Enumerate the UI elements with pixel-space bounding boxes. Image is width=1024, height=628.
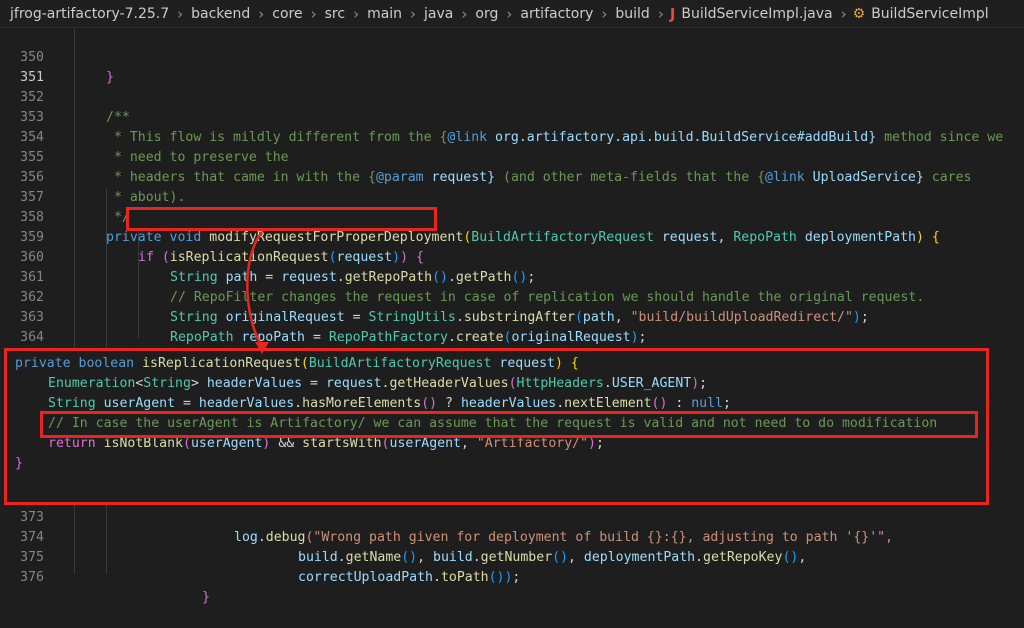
breadcrumb-item[interactable]: core bbox=[272, 6, 302, 22]
breadcrumb-file[interactable]: BuildServiceImpl.java bbox=[681, 6, 832, 22]
code-line[interactable]: 353 * This flow is mildly different from… bbox=[0, 88, 1024, 145]
chevron-right-icon: › bbox=[177, 4, 184, 23]
class-symbol-icon: ⚙ bbox=[852, 5, 866, 22]
breadcrumb-item[interactable]: org bbox=[475, 6, 498, 22]
code-line[interactable]: 354 * need to preserve the bbox=[0, 108, 1024, 165]
code-token: Enumeration bbox=[48, 376, 136, 391]
code-token: "Artifactory/" bbox=[476, 436, 589, 451]
code-line: private boolean isReplicationRequest(Bui… bbox=[15, 356, 579, 371]
chevron-right-icon: › bbox=[310, 4, 317, 23]
code-token: BuildArtifactoryRequest bbox=[308, 356, 492, 371]
breadcrumb-item[interactable]: main bbox=[367, 6, 402, 22]
breadcrumb-item[interactable]: src bbox=[325, 6, 345, 22]
code-token: isNotBlank bbox=[103, 436, 183, 451]
code-token: isReplicationRequest bbox=[142, 356, 301, 371]
code-token: nextElement bbox=[564, 396, 652, 411]
java-file-icon: J bbox=[669, 4, 676, 23]
breadcrumb-item[interactable]: backend bbox=[191, 6, 250, 22]
code-line[interactable]: 358 private void modifyRequestForProperD… bbox=[0, 188, 1024, 245]
chevron-right-icon: › bbox=[840, 4, 847, 23]
code-line[interactable]: 363 RepoPath repoPath = RepoPathFactory.… bbox=[0, 288, 1024, 345]
breadcrumb: jfrog-artifactory-7.25.7 › backend › core ›… bbox=[0, 0, 1024, 28]
code-token: headerValues bbox=[198, 396, 295, 411]
chevron-right-icon: › bbox=[657, 4, 664, 23]
highlight-box-comment bbox=[40, 411, 978, 438]
code-line[interactable]: 355 * headers that came in with the {@pa… bbox=[0, 128, 1024, 185]
overlay-isreplicationrequest-method: private boolean isReplicationRequest(Bui… bbox=[4, 348, 989, 505]
code-token: return bbox=[48, 436, 96, 451]
code-line: } bbox=[15, 454, 23, 474]
code-token: USER_AGENT bbox=[611, 376, 692, 391]
code-line[interactable]: 376 } bbox=[0, 548, 1024, 605]
chevron-right-icon: › bbox=[353, 4, 360, 23]
code-token: hasMoreElements bbox=[302, 396, 422, 411]
chevron-right-icon: › bbox=[601, 4, 608, 23]
code-token: } bbox=[15, 456, 23, 471]
code-token: userAgent bbox=[389, 436, 461, 451]
code-line: Enumeration<String> headerValues = reque… bbox=[48, 376, 708, 391]
code-line[interactable]: 364 request.setRepoPath(repoPath); bbox=[0, 308, 1024, 365]
code-line[interactable]: 375 correctUploadPath.toPath()); bbox=[0, 528, 1024, 585]
code-token: request bbox=[499, 356, 555, 371]
code-token: String bbox=[48, 396, 96, 411]
code-line[interactable]: 351 bbox=[0, 48, 1024, 85]
code-token: userAgent bbox=[103, 396, 176, 411]
code-line[interactable]: 362 String originalRequest = StringUtils… bbox=[0, 268, 1024, 325]
chevron-right-icon: › bbox=[461, 4, 468, 23]
breadcrumb-symbol[interactable]: BuildServiceImpl bbox=[871, 6, 988, 22]
code-token: headerValues bbox=[460, 396, 557, 411]
code-line[interactable]: 352 /** bbox=[0, 68, 1024, 125]
code-line[interactable]: 350 } bbox=[0, 28, 1024, 85]
code-line[interactable]: 374 build.getName(), build.getNumber(), … bbox=[0, 508, 1024, 565]
code-token: request bbox=[325, 376, 382, 391]
chevron-right-icon: › bbox=[506, 4, 513, 23]
breadcrumb-item[interactable]: jfrog-artifactory-7.25.7 bbox=[10, 6, 169, 22]
breadcrumb-item[interactable]: java bbox=[424, 6, 453, 22]
code-token: String bbox=[143, 376, 191, 391]
code-token: headerValues bbox=[206, 376, 303, 391]
code-line[interactable]: 357 */ bbox=[0, 168, 1024, 225]
chevron-right-icon: › bbox=[410, 4, 417, 23]
highlight-box-if-condition bbox=[126, 207, 437, 231]
code-token: userAgent bbox=[190, 436, 263, 451]
breadcrumb-item[interactable]: build bbox=[615, 6, 649, 22]
chevron-right-icon: › bbox=[258, 4, 265, 23]
code-token: getHeaderValues bbox=[389, 376, 509, 391]
code-token: startsWith bbox=[302, 436, 382, 451]
code-token: toPath bbox=[440, 570, 489, 585]
line-number: 376 bbox=[20, 570, 44, 585]
code-token: private bbox=[15, 356, 71, 371]
code-token: HttpHeaders bbox=[516, 376, 604, 391]
breadcrumb-item[interactable]: artifactory bbox=[520, 6, 593, 22]
code-token: null bbox=[691, 396, 723, 411]
code-line[interactable]: 361 // RepoFilter changes the request in… bbox=[0, 248, 1024, 305]
code-token: correctUploadPath bbox=[298, 570, 433, 585]
code-line[interactable]: 356 * about). bbox=[0, 148, 1024, 205]
code-token: boolean bbox=[78, 356, 135, 371]
code-line[interactable]: 365 } else { bbox=[0, 328, 1024, 385]
code-line[interactable]: 360 String path = request.getRepoPath().… bbox=[0, 228, 1024, 285]
